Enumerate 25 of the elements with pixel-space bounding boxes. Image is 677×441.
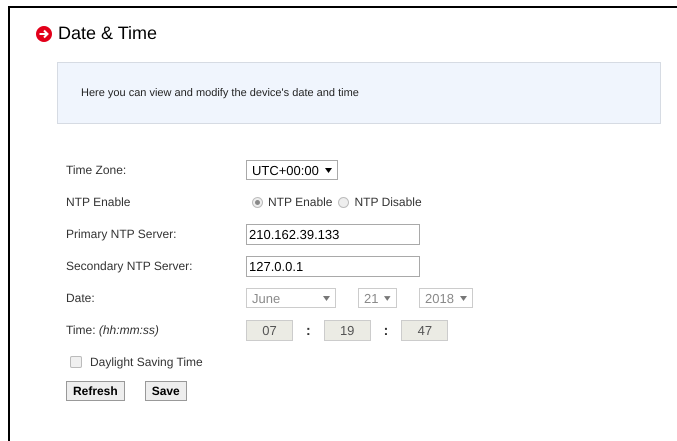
- refresh-button[interactable]: Refresh: [66, 381, 125, 401]
- save-button[interactable]: Save: [144, 381, 187, 401]
- radio-label: NTP Disable: [354, 195, 422, 209]
- field-label: Time Zone:: [66, 163, 128, 177]
- field-label: NTP Enable: [66, 195, 132, 209]
- input-field[interactable]: 210.162.39.133: [246, 224, 420, 244]
- input-field[interactable]: 127.0.0.1: [246, 256, 420, 276]
- time-zone-select[interactable]: UTC+00:00: [246, 160, 338, 180]
- page-title: Date & Time: [58, 23, 158, 44]
- radio-label: NTP Enable: [268, 195, 332, 209]
- radio-button[interactable]: [252, 196, 263, 208]
- field-label: Time: (hh:mm:ss): [66, 323, 160, 337]
- caret-icon: [460, 296, 467, 300]
- checkbox-label: Daylight Saving Time: [90, 355, 203, 369]
- time-separator: :: [306, 322, 311, 338]
- field-label: Date:: [66, 291, 96, 305]
- caret-icon: [324, 168, 332, 172]
- caret-icon: [384, 296, 391, 300]
- field-label: Primary NTP Server:: [66, 227, 178, 241]
- checkbox[interactable]: [70, 356, 82, 368]
- radio-button[interactable]: [338, 196, 350, 208]
- caret-icon: [323, 296, 330, 300]
- time-separator: :: [384, 322, 388, 338]
- info-text: Here you can view and modify the device's date and time: [81, 87, 359, 99]
- field-label: Secondary NTP Server:: [66, 259, 194, 273]
